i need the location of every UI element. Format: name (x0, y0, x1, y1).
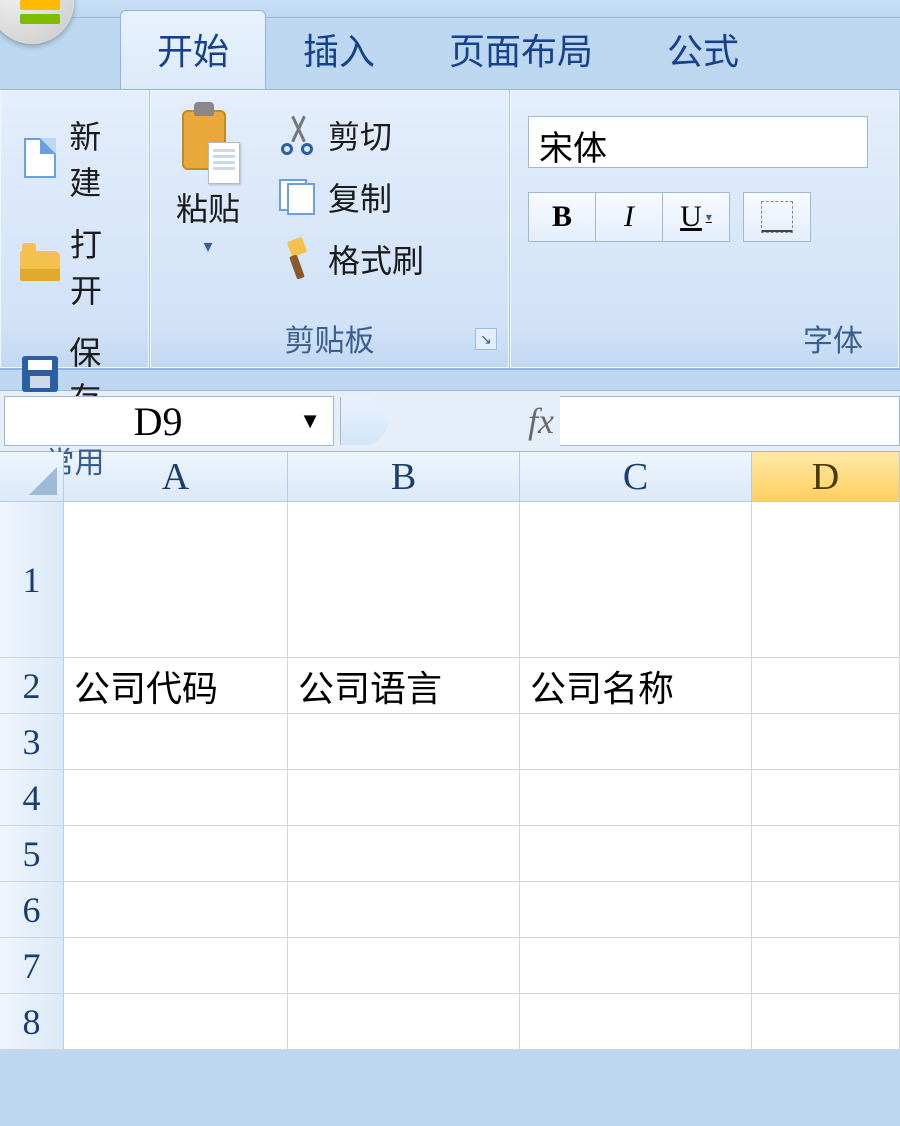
worksheet: A B C D 1 2 公司代码 公司语言 公司名称 3 4 5 (0, 452, 900, 1050)
scissors-icon (276, 114, 318, 156)
cell-b1[interactable] (288, 502, 520, 657)
group-label-font: 字体 (518, 310, 891, 368)
ribbon-group-font: 宋体 B I U▾ 字体 (510, 90, 900, 368)
row-header-4[interactable]: 4 (0, 770, 64, 825)
row-2: 2 公司代码 公司语言 公司名称 (0, 658, 900, 714)
open-folder-icon (20, 245, 60, 287)
ribbon: 新建 打开 保存 常用 粘贴 ▾ (0, 90, 900, 370)
open-button[interactable]: 打开 (12, 216, 137, 316)
italic-button[interactable]: I (595, 192, 663, 242)
new-button[interactable]: 新建 (12, 108, 137, 208)
cell-b7[interactable] (288, 938, 520, 993)
cell-d4[interactable] (752, 770, 900, 825)
paintbrush-icon (276, 238, 318, 280)
row-8: 8 (0, 994, 900, 1050)
cell-a3[interactable] (64, 714, 288, 769)
cell-a7[interactable] (64, 938, 288, 993)
cell-c7[interactable] (520, 938, 752, 993)
tab-page-layout[interactable]: 页面布局 (412, 10, 630, 89)
paste-button[interactable]: 粘贴 ▾ (158, 100, 258, 310)
cell-d3[interactable] (752, 714, 900, 769)
format-painter-label: 格式刷 (328, 236, 424, 282)
save-disk-icon (20, 353, 59, 395)
bold-button[interactable]: B (528, 192, 596, 242)
cell-c8[interactable] (520, 994, 752, 1049)
row-1: 1 (0, 502, 900, 658)
cell-b4[interactable] (288, 770, 520, 825)
cell-b3[interactable] (288, 714, 520, 769)
copy-icon (276, 176, 318, 218)
cell-a1[interactable] (64, 502, 288, 657)
row-5: 5 (0, 826, 900, 882)
column-header-c[interactable]: C (520, 452, 752, 501)
ribbon-group-common: 新建 打开 保存 常用 (0, 90, 150, 368)
ribbon-group-clipboard: 粘贴 ▾ 剪切 复制 格式刷 剪贴板 ↘ (150, 90, 510, 368)
dialog-launcher-icon[interactable]: ↘ (475, 328, 497, 350)
ribbon-tabs: 开始 插入 页面布局 公式 (0, 18, 900, 90)
cell-d8[interactable] (752, 994, 900, 1049)
cell-a2[interactable]: 公司代码 (64, 658, 288, 713)
cut-button[interactable]: 剪切 (268, 108, 432, 162)
row-header-5[interactable]: 5 (0, 826, 64, 881)
cell-c1[interactable] (520, 502, 752, 657)
copy-label: 复制 (328, 174, 392, 220)
cell-b5[interactable] (288, 826, 520, 881)
column-header-d[interactable]: D (752, 452, 900, 501)
borders-button[interactable] (743, 192, 811, 242)
cut-label: 剪切 (328, 112, 392, 158)
paste-label: 粘贴 (176, 184, 240, 230)
row-7: 7 (0, 938, 900, 994)
cell-c6[interactable] (520, 882, 752, 937)
row-header-3[interactable]: 3 (0, 714, 64, 769)
row-3: 3 (0, 714, 900, 770)
tab-insert[interactable]: 插入 (266, 10, 412, 89)
cell-a6[interactable] (64, 882, 288, 937)
office-button[interactable] (0, 0, 88, 88)
cell-b6[interactable] (288, 882, 520, 937)
open-label: 打开 (70, 220, 129, 312)
row-6: 6 (0, 882, 900, 938)
cell-c2[interactable]: 公司名称 (520, 658, 752, 713)
chevron-down-icon: ▾ (203, 236, 212, 257)
cell-a5[interactable] (64, 826, 288, 881)
border-icon (761, 201, 793, 233)
cell-d7[interactable] (752, 938, 900, 993)
new-file-icon (20, 137, 59, 179)
cell-c5[interactable] (520, 826, 752, 881)
format-painter-button[interactable]: 格式刷 (268, 232, 432, 286)
new-label: 新建 (69, 112, 129, 204)
row-header-2[interactable]: 2 (0, 658, 64, 713)
cell-d2[interactable] (752, 658, 900, 713)
cell-a8[interactable] (64, 994, 288, 1049)
cell-c4[interactable] (520, 770, 752, 825)
underline-button[interactable]: U▾ (662, 192, 730, 242)
row-4: 4 (0, 770, 900, 826)
cell-b8[interactable] (288, 994, 520, 1049)
cell-d6[interactable] (752, 882, 900, 937)
clipboard-icon (182, 110, 234, 178)
cell-b2[interactable]: 公司语言 (288, 658, 520, 713)
copy-button[interactable]: 复制 (268, 170, 432, 224)
row-header-6[interactable]: 6 (0, 882, 64, 937)
row-header-7[interactable]: 7 (0, 938, 64, 993)
office-logo-icon (20, 0, 60, 26)
formula-input[interactable] (560, 396, 900, 446)
formula-separator (340, 397, 388, 445)
font-family-select[interactable]: 宋体 (528, 116, 868, 168)
cell-d1[interactable] (752, 502, 900, 657)
column-header-b[interactable]: B (288, 452, 520, 501)
tab-formulas[interactable]: 公式 (630, 10, 776, 89)
fx-icon[interactable]: fx (528, 400, 554, 442)
row-header-8[interactable]: 8 (0, 994, 64, 1049)
group-label-clipboard: 剪贴板 ↘ (158, 310, 501, 368)
cell-a4[interactable] (64, 770, 288, 825)
cell-d5[interactable] (752, 826, 900, 881)
cell-c3[interactable] (520, 714, 752, 769)
tab-home[interactable]: 开始 (120, 10, 266, 89)
select-all-button[interactable] (0, 452, 64, 501)
chevron-down-icon[interactable]: ▼ (299, 408, 321, 434)
row-header-1[interactable]: 1 (0, 502, 64, 657)
